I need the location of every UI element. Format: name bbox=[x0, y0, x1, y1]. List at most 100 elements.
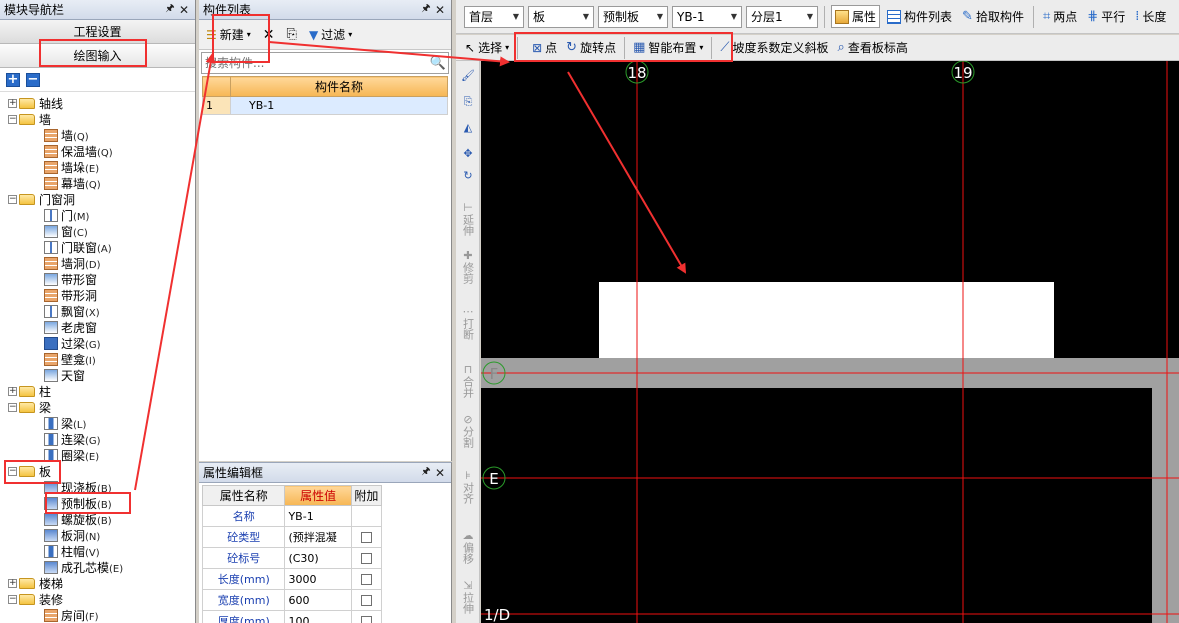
tree-item[interactable]: 梁(L) bbox=[0, 415, 195, 431]
component-name-cell[interactable]: YB-1 bbox=[230, 96, 448, 115]
align-tool[interactable]: ⊧ 对齐 bbox=[456, 469, 480, 504]
tree-item[interactable]: 板洞(N) bbox=[0, 527, 195, 543]
extra-checkbox[interactable] bbox=[360, 553, 372, 564]
property-value[interactable]: YB-1 bbox=[284, 505, 352, 527]
tree-item[interactable]: 壁龛(I) bbox=[0, 351, 195, 367]
tree-item[interactable]: 房间(F) bbox=[0, 607, 195, 623]
tree-item[interactable]: 门(M) bbox=[0, 207, 195, 223]
property-row[interactable]: 砼标号 (C30) bbox=[201, 547, 383, 569]
close-icon[interactable]: ✕ bbox=[433, 466, 447, 480]
property-value[interactable]: 3000 bbox=[284, 568, 352, 590]
expand-icon[interactable]: + bbox=[8, 98, 17, 108]
expand-icon[interactable]: + bbox=[8, 578, 17, 588]
tree-folder[interactable]: + 柱 bbox=[0, 383, 195, 399]
tree-item[interactable]: 带形窗 bbox=[0, 271, 195, 287]
tree-item[interactable]: 现浇板(B) bbox=[0, 479, 195, 495]
tree-item[interactable]: 窗(C) bbox=[0, 223, 195, 239]
property-value[interactable]: 100 bbox=[284, 610, 352, 623]
tree-item[interactable]: 老虎窗 bbox=[0, 319, 195, 335]
collapse-icon[interactable]: − bbox=[8, 594, 17, 604]
collapse-icon[interactable]: − bbox=[8, 402, 17, 412]
component-list-button[interactable]: 构件列表 bbox=[884, 6, 955, 27]
tree-item[interactable]: 过梁(G) bbox=[0, 335, 195, 351]
pin-icon[interactable]: 🖈 bbox=[419, 1, 433, 18]
tree-item[interactable]: 连梁(G) bbox=[0, 431, 195, 447]
collapse-icon[interactable]: − bbox=[8, 466, 17, 476]
prefab-slab[interactable] bbox=[599, 282, 1054, 358]
layer-select[interactable]: 分层1 ▼ bbox=[746, 5, 818, 28]
extra-checkbox[interactable] bbox=[360, 532, 372, 543]
attributes-button[interactable]: 属性 bbox=[831, 5, 881, 28]
tree-item[interactable]: 幕墙(Q) bbox=[0, 175, 195, 191]
new-component-button[interactable]: ☰ 新建 ▾ bbox=[203, 24, 254, 45]
trim-tool[interactable]: ✚ 修剪 bbox=[456, 249, 480, 284]
type-select[interactable]: 预制板 ▼ bbox=[598, 5, 668, 28]
length-button[interactable]: ⁞ 长度 bbox=[1132, 6, 1169, 27]
search-icon[interactable]: 🔍 bbox=[428, 56, 448, 71]
pin-icon[interactable]: 🖈 bbox=[419, 464, 433, 481]
property-value[interactable]: (C30) bbox=[284, 547, 352, 569]
tree-item[interactable]: 飘窗(X) bbox=[0, 303, 195, 319]
move-tool[interactable]: ✥ bbox=[456, 147, 480, 160]
category-select[interactable]: 板 ▼ bbox=[528, 5, 594, 28]
brush-tool[interactable]: 🖌 bbox=[456, 69, 480, 82]
tree-folder[interactable]: − 板 bbox=[0, 463, 195, 479]
parallel-button[interactable]: ⋕ 平行 bbox=[1084, 6, 1128, 27]
tree-item[interactable]: 带形洞 bbox=[0, 287, 195, 303]
tree-folder[interactable]: − 门窗洞 bbox=[0, 191, 195, 207]
tree-item[interactable]: 圈梁(E) bbox=[0, 447, 195, 463]
mirror-tool[interactable]: ◭ bbox=[456, 121, 480, 134]
component-select[interactable]: YB-1 ▼ bbox=[672, 5, 742, 28]
drawing-input-button[interactable]: 绘图输入 bbox=[0, 44, 195, 68]
property-value[interactable]: 600 bbox=[284, 589, 352, 611]
stretch-tool[interactable]: ⇲ 拉伸 bbox=[456, 579, 480, 614]
rotate-point-button[interactable]: ↻ 旋转点 bbox=[563, 37, 619, 58]
tree-folder[interactable]: − 墙 bbox=[0, 111, 195, 127]
expand-all-button[interactable]: + bbox=[6, 72, 20, 87]
two-point-button[interactable]: ⌗ 两点 bbox=[1040, 6, 1080, 27]
tree-item[interactable]: 螺旋板(B) bbox=[0, 511, 195, 527]
split-tool[interactable]: ⊘ 分割 bbox=[456, 413, 480, 448]
tree-folder[interactable]: − 梁 bbox=[0, 399, 195, 415]
property-row[interactable]: 厚度(mm) 100 bbox=[201, 610, 383, 623]
merge-tool[interactable]: ⊓ 合并 bbox=[456, 363, 480, 398]
select-button[interactable]: ↖ 选择 ▾ bbox=[462, 37, 512, 58]
pin-icon[interactable]: 🖈 bbox=[163, 1, 177, 18]
collapse-icon[interactable]: − bbox=[8, 194, 17, 204]
tree-item[interactable]: 天窗 bbox=[0, 367, 195, 383]
smart-place-button[interactable]: ▦ 智能布置 ▾ bbox=[630, 37, 706, 58]
close-icon[interactable]: ✕ bbox=[177, 3, 191, 17]
copy-tool[interactable]: ⎘ bbox=[456, 95, 480, 108]
filter-button[interactable]: ▼ 过滤 ▾ bbox=[306, 24, 355, 45]
extra-checkbox[interactable] bbox=[360, 595, 372, 606]
property-row[interactable]: 长度(mm) 3000 bbox=[201, 568, 383, 590]
project-settings-button[interactable]: 工程设置 bbox=[0, 20, 195, 44]
tree-item[interactable]: 门联窗(A) bbox=[0, 239, 195, 255]
tree-folder[interactable]: − 装修 bbox=[0, 591, 195, 607]
delete-button[interactable]: ✕ bbox=[260, 25, 278, 45]
extra-checkbox[interactable] bbox=[360, 616, 372, 623]
property-value[interactable]: (预拌混凝 bbox=[284, 526, 352, 548]
component-search-input[interactable] bbox=[202, 56, 428, 70]
tree-item[interactable]: 预制板(B) bbox=[0, 495, 195, 511]
floor-select[interactable]: 首层 ▼ bbox=[464, 5, 524, 28]
close-icon[interactable]: ✕ bbox=[433, 3, 447, 17]
point-button[interactable]: ⊠ 点 bbox=[529, 37, 560, 58]
tree-item[interactable]: 柱帽(V) bbox=[0, 543, 195, 559]
copy-button[interactable]: ⎘ bbox=[284, 25, 300, 44]
collapse-all-button[interactable]: − bbox=[26, 72, 40, 87]
rotate-tool[interactable]: ↻ bbox=[456, 169, 480, 182]
pick-component-button[interactable]: ✎ 拾取构件 bbox=[959, 6, 1027, 27]
property-row[interactable]: 宽度(mm) 600 bbox=[201, 589, 383, 611]
view-elevation-button[interactable]: ⌕ 查看板标高 bbox=[835, 37, 911, 58]
tree-folder[interactable]: + 轴线 bbox=[0, 95, 195, 111]
tree-item[interactable]: 墙洞(D) bbox=[0, 255, 195, 271]
tree-folder[interactable]: + 楼梯 bbox=[0, 575, 195, 591]
tree-item[interactable]: 墙垛(E) bbox=[0, 159, 195, 175]
extra-checkbox[interactable] bbox=[360, 574, 372, 585]
property-row[interactable]: 砼类型 (预拌混凝 bbox=[201, 526, 383, 548]
tree-item[interactable]: 保温墙(Q) bbox=[0, 143, 195, 159]
table-row[interactable]: 1 YB-1 bbox=[202, 96, 448, 115]
property-row[interactable]: 名称 YB-1 bbox=[201, 505, 383, 527]
slope-define-button[interactable]: ⟋ 坡度系数定义斜板 bbox=[717, 37, 831, 58]
